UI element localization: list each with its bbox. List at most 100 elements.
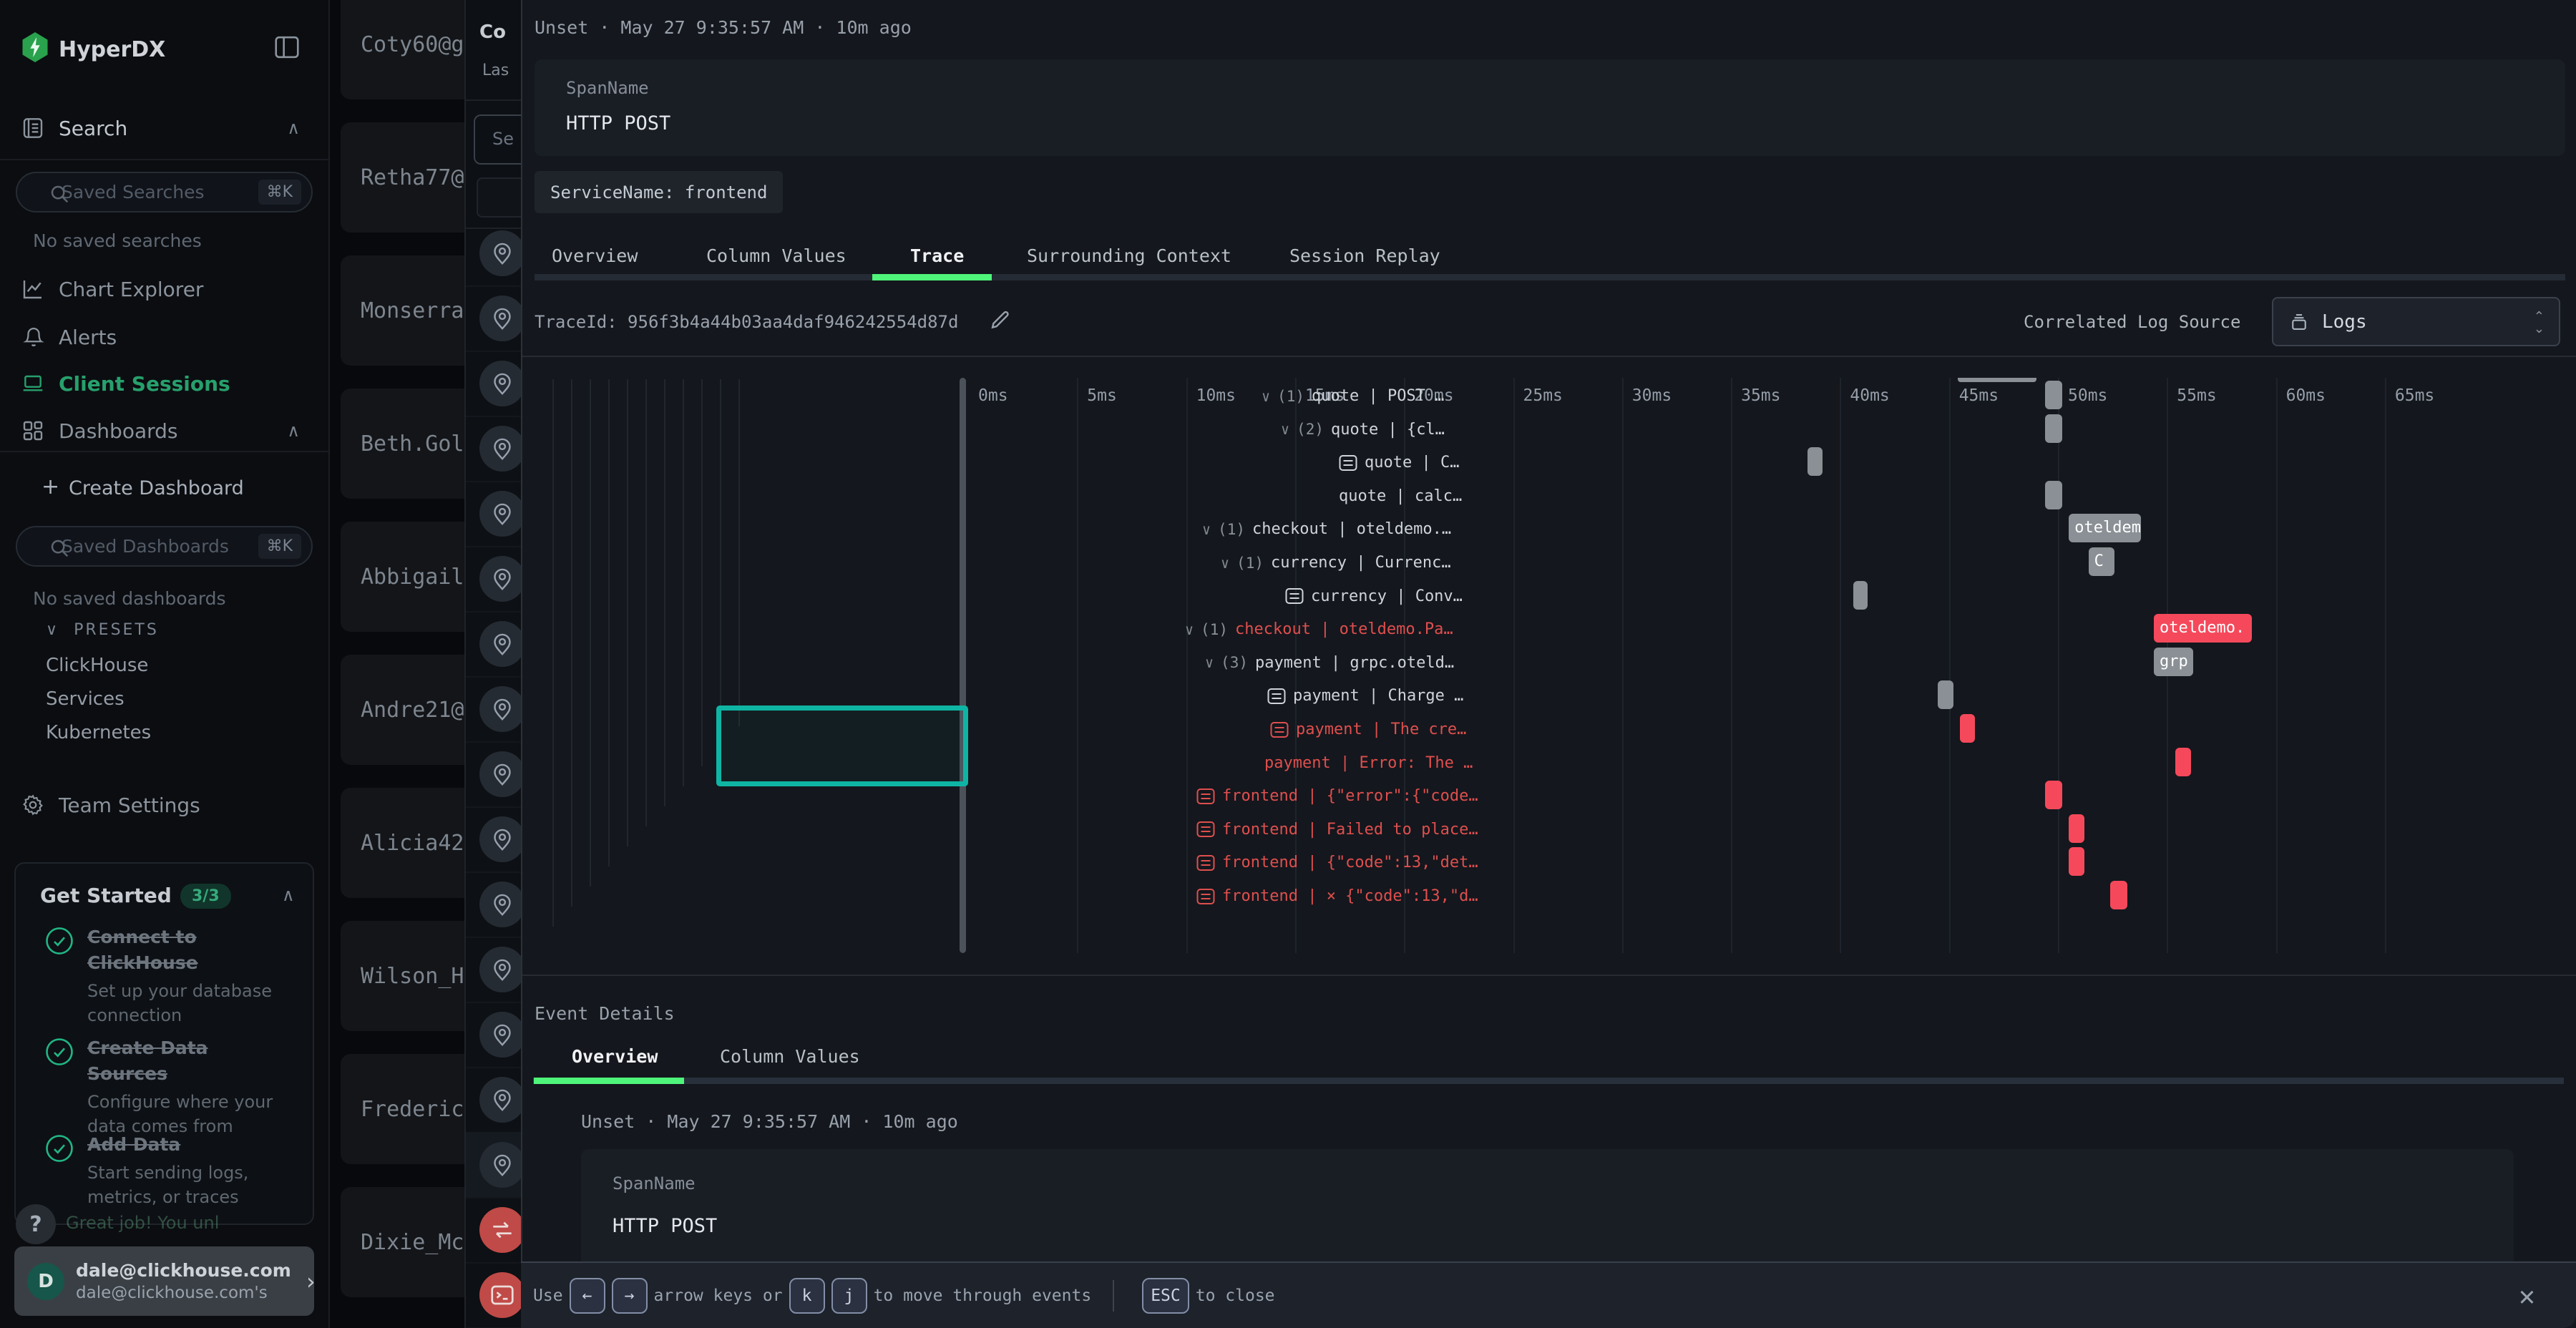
session-card-name: Retha77@	[361, 165, 464, 190]
session-event-row-error[interactable]	[466, 1197, 522, 1264]
session-card[interactable]: Andre21@	[341, 655, 464, 765]
session-card[interactable]: Dixie_Mc	[341, 1187, 464, 1297]
log-icon	[1196, 788, 1215, 805]
tab-ed-column-values[interactable]: Column Values	[720, 1039, 860, 1075]
trace-tree-row[interactable]: frontend | {"code":13,"det…	[1066, 846, 1493, 879]
progress-badge: 3/3	[180, 884, 231, 909]
trace-tree-row[interactable]: ∨(3)payment | grpc.oteld…	[1066, 646, 1493, 680]
span-label: currency | Currenc…	[1271, 554, 1451, 572]
trace-tree-row[interactable]: payment | Charge …	[1066, 679, 1493, 713]
session-search-input[interactable]: Se	[474, 114, 522, 165]
saved-dashboards-input[interactable]: Saved Dashboards ⌘K	[16, 526, 313, 567]
trace-tree-row[interactable]: ∨(1)quote | POST …	[1066, 379, 1493, 413]
presets-toggle[interactable]: ∨ PRESETS	[46, 621, 159, 639]
session-event-row[interactable]	[466, 676, 522, 743]
sidebar-item-search[interactable]: Search ∧	[0, 105, 328, 151]
session-card[interactable]: Alicia42	[341, 788, 464, 898]
sidebar-item-dashboards[interactable]: Dashboards ∧	[0, 408, 328, 454]
session-event-row[interactable]	[466, 741, 522, 808]
session-event-row[interactable]	[466, 872, 522, 938]
help-button[interactable]: ?	[16, 1204, 56, 1244]
sidebar-item-services[interactable]: Services	[46, 688, 125, 710]
sidebar-item-alerts[interactable]: Alerts	[0, 314, 328, 360]
session-card[interactable]: Retha77@	[341, 122, 464, 233]
dashboard-grid-icon	[21, 419, 44, 442]
trace-tree-row[interactable]: frontend | × {"code":13,"d…	[1066, 879, 1493, 913]
session-event-row[interactable]	[466, 1132, 522, 1198]
session-event-row[interactable]	[466, 351, 522, 417]
sidebar-item-client-sessions[interactable]: Client Sessions	[0, 361, 328, 406]
map-pin-icon	[479, 621, 522, 667]
session-action-button[interactable]	[477, 177, 522, 218]
edit-pencil-icon[interactable]	[987, 308, 1012, 335]
session-event-row[interactable]	[466, 416, 522, 482]
create-dashboard-button[interactable]: + Create Dashboard	[0, 466, 328, 512]
sidebar-item-kubernetes[interactable]: Kubernetes	[46, 722, 151, 743]
trace-tree-row[interactable]: ∨(1)currency | Currenc…	[1066, 546, 1493, 580]
session-card[interactable]: Coty60@g	[341, 0, 464, 99]
trace-tree-row[interactable]: currency | Conv…	[1066, 580, 1493, 613]
divider	[522, 356, 2576, 357]
trace-tree-row[interactable]: ∨(1)checkout | oteldemo.…	[1066, 512, 1493, 546]
tab-ed-overview[interactable]: Overview	[572, 1039, 658, 1075]
help-label: ?	[29, 1212, 42, 1237]
session-event-row[interactable]	[466, 220, 522, 287]
saved-searches-input[interactable]: Saved Searches ⌘K	[16, 172, 313, 213]
session-card[interactable]: Frederic	[341, 1054, 464, 1164]
session-card[interactable]: Wilson_H	[341, 921, 464, 1031]
session-card-name: Beth.Gol	[361, 431, 464, 456]
log-icon	[1196, 888, 1215, 905]
map-pin-icon	[479, 491, 522, 537]
tab-trace[interactable]: Trace	[910, 236, 964, 276]
trace-tree-row[interactable]: quote | calc…	[1066, 479, 1493, 513]
collapse-sidebar-icon[interactable]	[274, 36, 300, 59]
session-card[interactable]: Beth.Gol	[341, 389, 464, 499]
divider	[0, 451, 328, 452]
close-icon[interactable]: ✕	[2519, 1279, 2535, 1313]
session-event-row[interactable]	[466, 937, 522, 1003]
chevron-down-icon: ∨	[1221, 555, 1229, 572]
trace-tree-row[interactable]: payment | Error: The …	[1066, 746, 1493, 780]
map-pin-icon	[479, 882, 522, 927]
search-placeholder: Saved Dashboards	[62, 536, 258, 557]
sidebar-item-team-settings[interactable]: Team Settings	[0, 782, 328, 828]
session-event-row-error[interactable]	[466, 1262, 522, 1328]
trace-tree-row[interactable]: quote | C…	[1066, 446, 1493, 479]
get-started-item-sources[interactable]: Create Data Sources Configure where your…	[44, 1035, 288, 1138]
log-source-select[interactable]: Logs ⌃⌃	[2272, 297, 2560, 346]
tab-column-values[interactable]: Column Values	[706, 236, 847, 276]
trace-tree-row[interactable]: ∨(2)quote | {cl…	[1066, 413, 1493, 446]
chevron-up-icon[interactable]: ∧	[282, 885, 295, 905]
service-name-chip[interactable]: ServiceName: frontend	[535, 171, 783, 213]
session-event-row[interactable]	[466, 611, 522, 678]
tab-overview[interactable]: Overview	[552, 236, 638, 276]
span-label: frontend | {"code":13,"det…	[1222, 854, 1478, 872]
trace-tree-row[interactable]: frontend | Failed to place…	[1066, 813, 1493, 846]
get-started-item-add-data[interactable]: Add Data Start sending logs, metrics, or…	[44, 1132, 288, 1209]
session-event-row[interactable]	[466, 285, 522, 352]
user-org: dale@clickhouse.com's	[76, 1282, 291, 1304]
session-card[interactable]: Abbigail	[341, 522, 464, 632]
map-pin-icon	[479, 1142, 522, 1188]
session-event-row[interactable]	[466, 806, 522, 873]
session-search-placeholder: Se	[492, 129, 514, 149]
trace-tree-row[interactable]: ∨(1)checkout | oteldemo.Pa…	[1066, 612, 1493, 646]
search-icon	[49, 183, 70, 208]
user-account-chip[interactable]: D dale@clickhouse.com dale@clickhouse.co…	[14, 1246, 314, 1316]
trace-id-line: TraceId: 956f3b4a44b03aa4daf946242554d87…	[535, 312, 958, 332]
sidebar-item-clickhouse[interactable]: ClickHouse	[46, 655, 148, 676]
session-event-row[interactable]	[466, 1002, 522, 1068]
trace-tree-row[interactable]: frontend | {"error":{"code…	[1066, 779, 1493, 813]
trace-tree-row[interactable]: payment | The cre…	[1066, 713, 1493, 746]
log-icon	[1196, 821, 1215, 838]
tab-session-replay[interactable]: Session Replay	[1289, 236, 1440, 276]
session-card[interactable]: Monserra	[341, 255, 464, 366]
sidebar-item-chart-explorer[interactable]: Chart Explorer	[0, 266, 328, 312]
session-event-row[interactable]	[466, 546, 522, 612]
tree-scrollbar[interactable]	[960, 378, 966, 953]
get-started-item-connect[interactable]: Connect to ClickHouse Set up your databa…	[44, 924, 288, 1027]
session-event-row[interactable]	[466, 1067, 522, 1133]
footer-move-text: to move through events	[874, 1286, 1092, 1305]
tab-surrounding-context[interactable]: Surrounding Context	[1027, 236, 1231, 276]
session-event-row[interactable]	[466, 481, 522, 547]
